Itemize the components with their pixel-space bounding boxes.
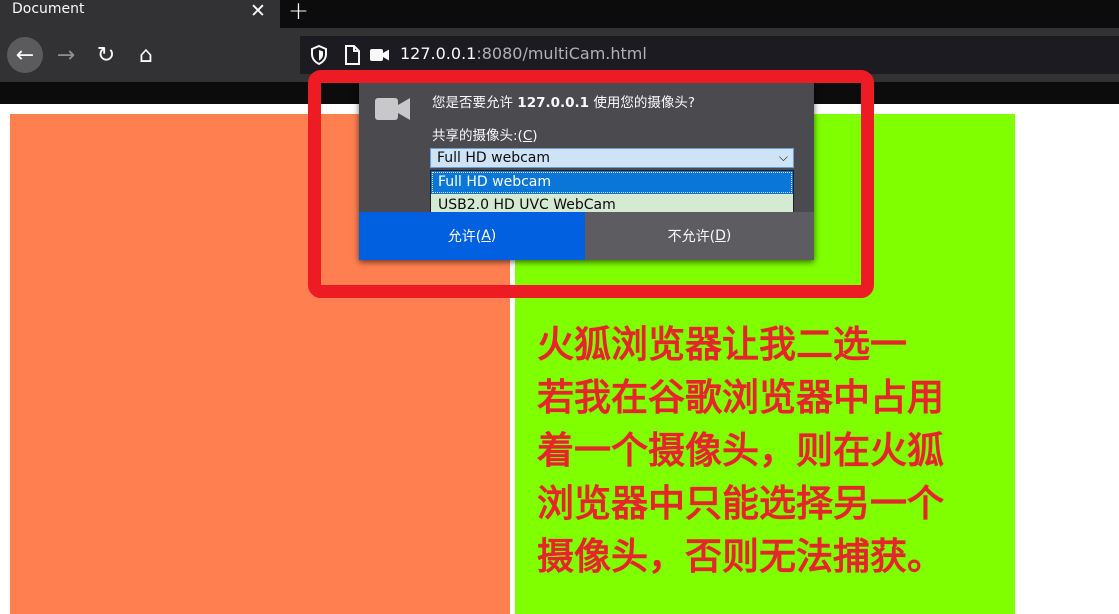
camera-icon[interactable] <box>370 48 390 62</box>
annotation-line: 摄像头，否则无法捕获。 <box>537 535 944 578</box>
new-tab-button[interactable]: + <box>288 0 309 25</box>
back-button[interactable]: ← <box>7 37 43 73</box>
tab-strip: Document ✕ + <box>0 0 1119 28</box>
arrow-left-icon: ← <box>15 42 35 68</box>
home-icon: ⌂ <box>139 42 153 68</box>
arrow-right-icon: → <box>56 42 76 68</box>
close-tab-icon[interactable]: ✕ <box>250 0 266 22</box>
url-host: 127.0.0.1 <box>400 44 477 63</box>
forward-button[interactable]: → <box>48 37 84 73</box>
url-text[interactable]: 127.0.0.1:8080/multiCam.html <box>400 44 647 63</box>
reload-button[interactable]: ↻ <box>88 37 124 73</box>
annotation-text: 火狐浏览器让我二选一 若我在谷歌浏览器中占用 着一个摄像头，则在火狐 浏览器中只… <box>537 318 1007 583</box>
annotation-line: 火狐浏览器让我二选一 <box>537 323 907 366</box>
shield-icon[interactable] <box>310 45 328 65</box>
url-bar[interactable]: 127.0.0.1:8080/multiCam.html <box>300 36 1119 74</box>
tab-title: Document <box>12 1 85 17</box>
annotation-line: 若我在谷歌浏览器中占用 <box>537 376 944 419</box>
reload-icon: ↻ <box>96 42 116 68</box>
red-highlight-rectangle <box>308 70 874 298</box>
home-button[interactable]: ⌂ <box>128 37 164 73</box>
annotation-line: 浏览器中只能选择另一个 <box>537 482 944 525</box>
annotation-line: 着一个摄像头，则在火狐 <box>537 429 944 472</box>
page-icon[interactable] <box>344 45 360 65</box>
tab-document[interactable]: Document ✕ <box>0 0 280 28</box>
url-path: :8080/multiCam.html <box>476 44 647 63</box>
